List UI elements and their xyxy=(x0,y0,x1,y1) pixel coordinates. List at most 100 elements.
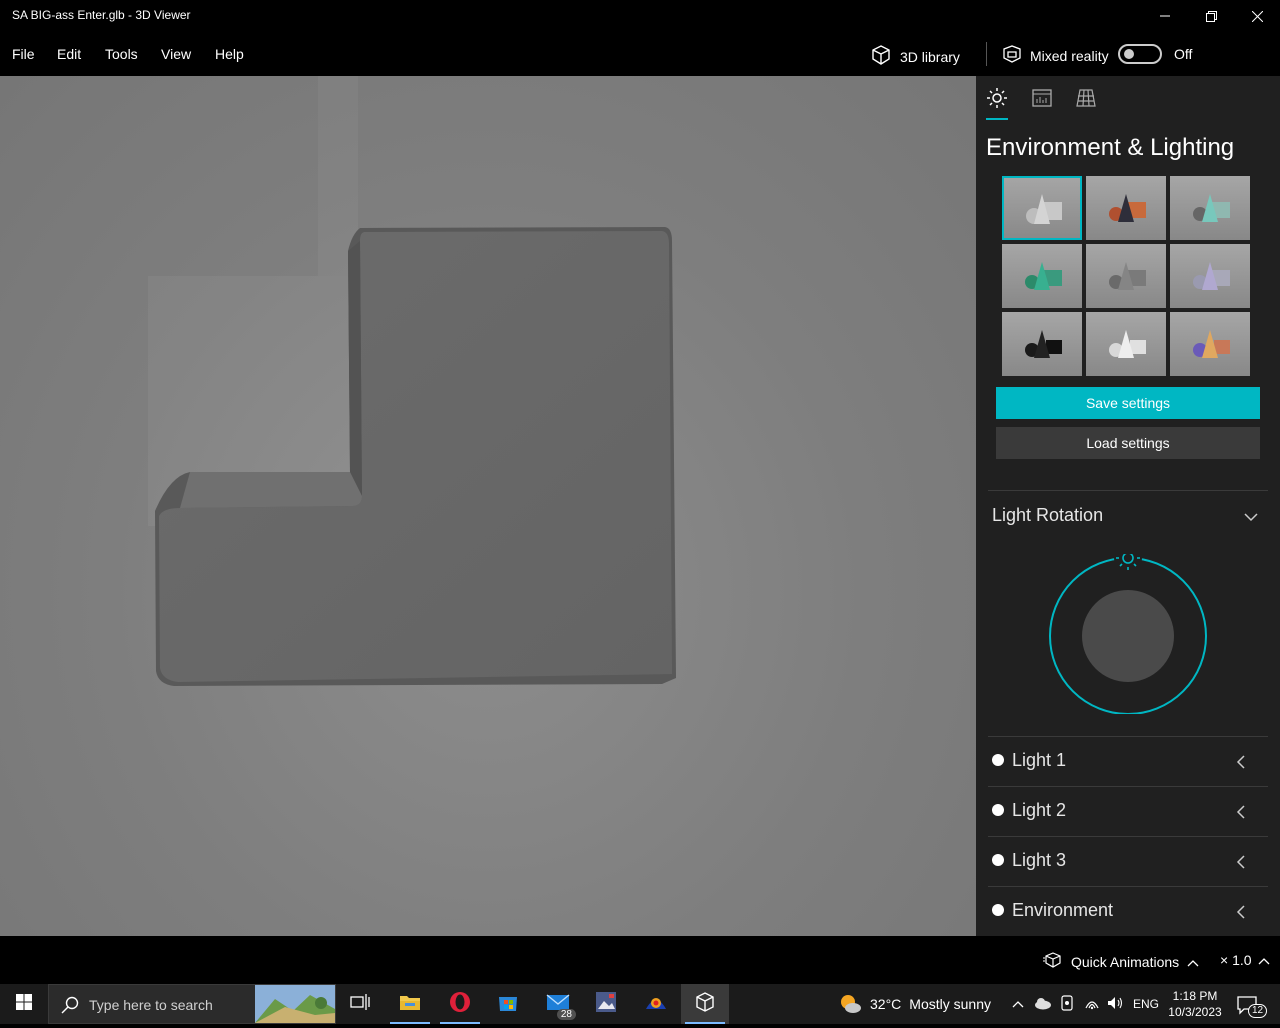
menu-view[interactable]: View xyxy=(161,46,191,62)
tab-grid[interactable] xyxy=(1074,88,1098,112)
menu-file[interactable]: File xyxy=(12,46,35,62)
search-placeholder: Type here to search xyxy=(89,997,213,1013)
microsoft-store-button[interactable] xyxy=(484,984,532,1024)
windows-logo-icon xyxy=(16,993,32,1015)
windows-taskbar: Type here to search 28 32°C Mostly sunny xyxy=(0,984,1280,1024)
search-icon xyxy=(61,996,79,1019)
preset-2[interactable] xyxy=(1086,176,1166,240)
preset-6[interactable] xyxy=(1170,244,1250,308)
speed-label: × 1.0 xyxy=(1220,952,1252,968)
app-button[interactable] xyxy=(632,984,680,1024)
quick-animations-button[interactable]: Quick Animations xyxy=(1043,952,1199,971)
weather-widget[interactable]: 32°C Mostly sunny xyxy=(838,984,991,1024)
folder-icon xyxy=(399,993,421,1016)
notification-count-badge: 12 xyxy=(1248,1004,1268,1018)
system-clock[interactable]: 1:18 PM 10/3/2023 xyxy=(1166,988,1224,1020)
light-1-row[interactable]: Light 1 xyxy=(988,737,1268,787)
menu-bar: File Edit Tools View Help 3D library Mix… xyxy=(0,32,1280,76)
app-icon xyxy=(644,991,668,1018)
3d-viewport[interactable] xyxy=(0,76,976,936)
photo-app-button[interactable] xyxy=(582,984,630,1024)
preset-9[interactable] xyxy=(1170,312,1250,376)
file-explorer-button[interactable] xyxy=(386,984,434,1024)
chevron-left-icon xyxy=(1236,755,1246,774)
chevron-up-icon xyxy=(1258,952,1270,968)
light-2-label: Light 2 xyxy=(1012,800,1067,820)
restore-button[interactable] xyxy=(1188,0,1234,32)
light-color-swatch xyxy=(992,754,1004,766)
animation-icon xyxy=(1043,952,1063,971)
mail-unread-badge: 28 xyxy=(556,1009,576,1020)
taskbar-search-box[interactable]: Type here to search xyxy=(48,984,336,1024)
light-3-label: Light 3 xyxy=(1012,850,1067,870)
mail-button[interactable]: 28 xyxy=(534,984,582,1024)
preset-5[interactable] xyxy=(1086,244,1166,308)
device-icon[interactable] xyxy=(1060,994,1074,1015)
sun-icon xyxy=(986,87,1008,114)
preset-4[interactable] xyxy=(1002,244,1082,308)
weather-temp: 32°C xyxy=(870,996,902,1012)
language-indicator[interactable]: ENG xyxy=(1133,997,1159,1011)
environment-row[interactable]: Environment xyxy=(988,887,1268,937)
light-3-row[interactable]: Light 3 xyxy=(988,837,1268,887)
mixed-reality-state: Off xyxy=(1174,46,1193,62)
chevron-left-icon xyxy=(1236,805,1246,824)
preset-3[interactable] xyxy=(1170,176,1250,240)
quick-animations-label: Quick Animations xyxy=(1071,953,1180,970)
weather-sun-cloud-icon xyxy=(838,992,862,1017)
chevron-left-icon xyxy=(1236,905,1246,924)
light-rotation-header[interactable]: Light Rotation xyxy=(992,505,1103,526)
volume-icon[interactable] xyxy=(1106,994,1124,1015)
load-settings-button[interactable]: Load settings xyxy=(996,427,1260,459)
light-color-swatch xyxy=(992,854,1004,866)
stats-icon xyxy=(1031,87,1053,114)
opera-button[interactable] xyxy=(436,984,484,1024)
notification-center-button[interactable]: 12 xyxy=(1236,994,1268,1021)
l-shaped-model[interactable] xyxy=(0,76,976,936)
minimize-button[interactable] xyxy=(1142,0,1188,32)
animation-bar: Quick Animations × 1.0 xyxy=(0,936,1280,984)
tab-stats[interactable] xyxy=(1030,88,1054,112)
wifi-icon[interactable] xyxy=(1084,994,1100,1015)
3d-library-label: 3D library xyxy=(900,48,960,65)
preset-7[interactable] xyxy=(1002,312,1082,376)
chevron-up-icon xyxy=(1187,954,1199,970)
3d-library-button[interactable]: 3D library xyxy=(870,44,960,69)
opera-icon xyxy=(449,991,471,1018)
panel-tabs xyxy=(976,76,1280,124)
preset-8[interactable] xyxy=(1086,312,1166,376)
playback-speed-button[interactable]: × 1.0 xyxy=(1220,952,1270,968)
onedrive-cloud-icon[interactable] xyxy=(1034,996,1052,1013)
mixed-reality-icon xyxy=(1002,44,1022,67)
tab-environment-lighting[interactable] xyxy=(985,87,1009,114)
light-1-label: Light 1 xyxy=(1012,750,1067,770)
mixed-reality-toggle[interactable] xyxy=(1118,44,1162,64)
3d-viewer-taskbar-button[interactable] xyxy=(681,984,729,1024)
mixed-reality-button[interactable]: Mixed reality xyxy=(1002,44,1109,67)
mixed-reality-label: Mixed reality xyxy=(1030,47,1109,64)
start-button[interactable] xyxy=(0,984,48,1024)
menu-tools[interactable]: Tools xyxy=(105,46,138,62)
close-button[interactable] xyxy=(1234,0,1280,32)
section-divider xyxy=(988,490,1268,491)
photo-app-icon xyxy=(595,991,617,1018)
task-view-icon xyxy=(350,993,370,1016)
chevron-left-icon xyxy=(1236,855,1246,874)
task-view-button[interactable] xyxy=(336,984,384,1024)
light-2-row[interactable]: Light 2 xyxy=(988,787,1268,837)
toolbar-divider xyxy=(986,42,987,66)
title-bar: SA BIG-ass Enter.glb - 3D Viewer xyxy=(0,0,1280,32)
settings-panel: Environment & Lighting Save settings Loa… xyxy=(976,76,1280,936)
menu-edit[interactable]: Edit xyxy=(57,46,81,62)
menu-help[interactable]: Help xyxy=(215,46,244,62)
grid-icon xyxy=(1075,87,1097,114)
save-settings-button[interactable]: Save settings xyxy=(996,387,1260,419)
store-icon xyxy=(497,991,519,1018)
environment-label: Environment xyxy=(1012,900,1114,920)
light-rotation-dial[interactable] xyxy=(1048,554,1208,714)
cube-icon xyxy=(870,44,892,69)
chevron-down-icon[interactable] xyxy=(1244,510,1258,524)
clock-time: 1:18 PM xyxy=(1172,989,1218,1003)
chevron-up-icon[interactable] xyxy=(1012,994,1024,1017)
preset-1[interactable] xyxy=(1002,176,1082,240)
